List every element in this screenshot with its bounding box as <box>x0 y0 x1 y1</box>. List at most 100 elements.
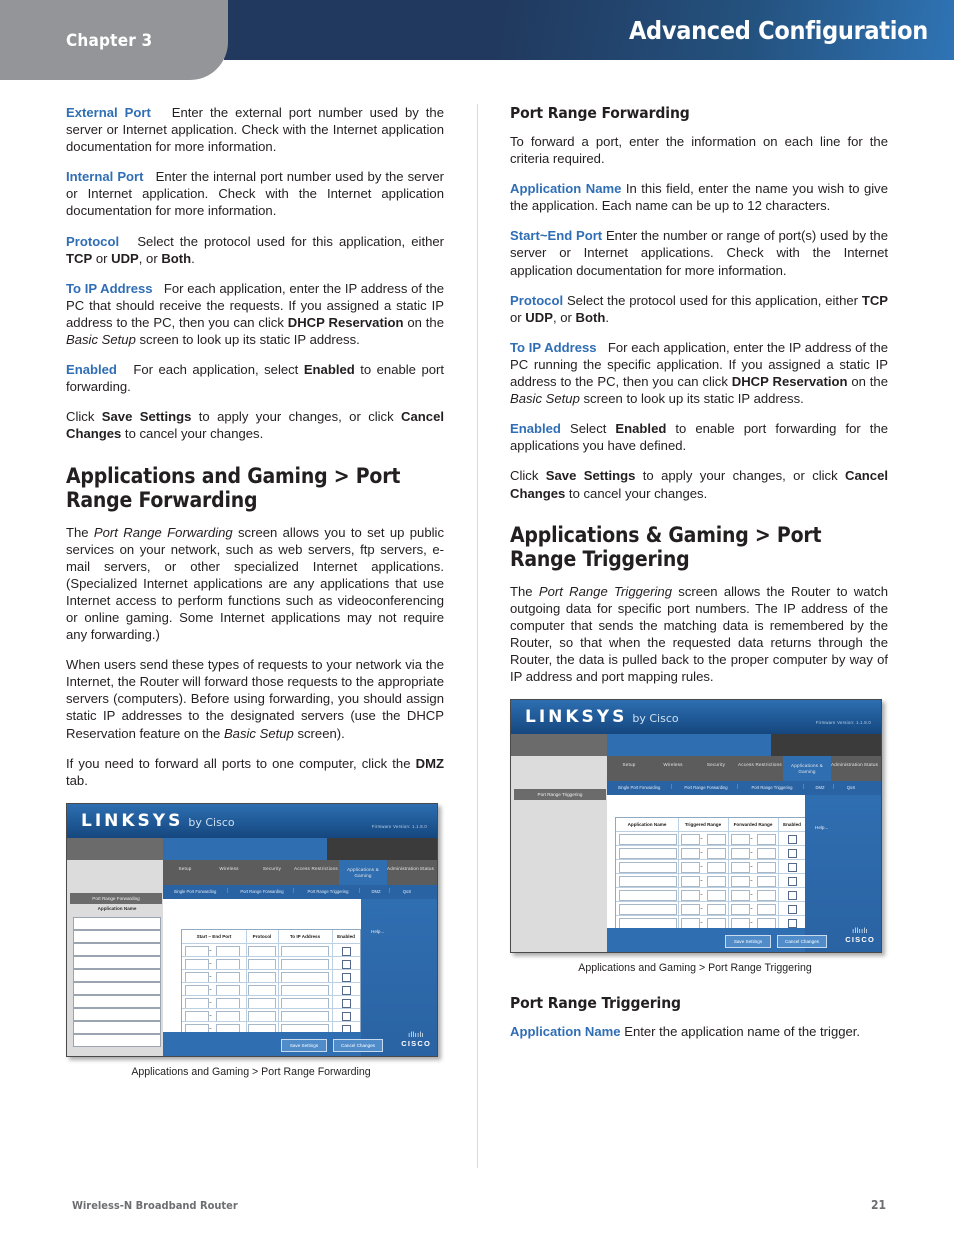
application-name-input[interactable] <box>73 916 161 930</box>
help-label[interactable]: Help... <box>815 825 828 830</box>
router-sub-tabs: Single Port Forwarding | Port Range Forw… <box>163 884 437 899</box>
table-row: ~ <box>182 942 360 957</box>
paragraph-prf-dmz: If you need to forward all ports to one … <box>66 755 444 789</box>
application-name-input[interactable] <box>73 929 161 943</box>
router-tab-status[interactable]: Status <box>861 762 881 768</box>
router-tab-access-restrictions[interactable]: Access Restrictions <box>293 866 339 872</box>
application-name-input[interactable] <box>619 904 677 916</box>
enabled-checkbox[interactable] <box>342 972 351 982</box>
cancel-changes-button[interactable]: Cancel Changes <box>333 1038 383 1052</box>
col-start-end-port: Start ~ End Port <box>196 933 232 939</box>
triggered-start-input[interactable] <box>681 876 700 888</box>
application-name-input[interactable] <box>73 1007 161 1021</box>
router-tab-setup[interactable]: Setup <box>163 866 207 872</box>
router-tab-security[interactable]: Security <box>251 866 293 872</box>
cisco-label: CISCO <box>845 935 875 945</box>
save-settings-button[interactable]: Save Settings <box>725 935 771 949</box>
router-subtab-port-range-forwarding[interactable]: Port Range Forwarding <box>677 785 735 790</box>
router-subtab-port-range-forwarding[interactable]: Port Range Forwarding <box>233 889 291 894</box>
triggered-start-input[interactable] <box>681 904 700 916</box>
application-name-input[interactable] <box>73 994 161 1008</box>
router-tab-wireless[interactable]: Wireless <box>207 866 251 872</box>
enabled-checkbox[interactable] <box>788 919 797 929</box>
tilde: ~ <box>700 878 703 884</box>
enabled-checkbox[interactable] <box>788 835 797 845</box>
tilde: ~ <box>750 850 753 856</box>
router-tab-wireless[interactable]: Wireless <box>651 762 695 768</box>
triggered-end-input[interactable] <box>707 862 726 874</box>
triggered-end-input[interactable] <box>707 834 726 846</box>
forwarded-start-input[interactable] <box>731 862 750 874</box>
router-tab-administration[interactable]: Administration <box>831 762 863 768</box>
router-subtab-qos[interactable]: QoS <box>839 785 863 790</box>
term-enabled: Enabled <box>510 421 561 437</box>
application-name-input[interactable] <box>73 955 161 969</box>
router-subtab-single-port-forwarding[interactable]: Single Port Forwarding <box>165 889 225 894</box>
enabled-checkbox[interactable] <box>342 998 351 1008</box>
router-subtab-port-range-triggering[interactable]: Port Range Triggering <box>743 785 801 790</box>
paragraph-text: Click Save Settings to apply your change… <box>66 409 444 442</box>
application-name-input[interactable] <box>619 834 677 846</box>
router-subtab-single-port-forwarding[interactable]: Single Port Forwarding <box>609 785 669 790</box>
table-row: ~ <box>182 955 360 970</box>
application-name-input[interactable] <box>73 1020 161 1034</box>
application-name-input[interactable] <box>619 848 677 860</box>
cancel-changes-button[interactable]: Cancel Changes <box>777 935 827 949</box>
paragraph-protocol: Protocol Select the protocol used for th… <box>66 233 444 267</box>
figure-caption: Applications and Gaming > Port Range For… <box>131 1065 371 1078</box>
application-name-label: Application Name <box>97 905 137 911</box>
enabled-checkbox[interactable] <box>788 863 797 873</box>
enabled-checkbox[interactable] <box>342 985 351 995</box>
triggered-start-input[interactable] <box>681 862 700 874</box>
router-sub-tabs: Single Port Forwarding | Port Range Forw… <box>607 781 881 796</box>
router-brand-bar: LINKSYS by Cisco Firmware Version: 1.1.8.… <box>67 803 437 838</box>
triggered-end-input[interactable] <box>707 904 726 916</box>
enabled-checkbox[interactable] <box>788 849 797 859</box>
router-subtab-qos[interactable]: QoS <box>395 889 419 894</box>
application-name-input[interactable] <box>73 1033 161 1047</box>
router-subtab-dmz[interactable]: DMZ <box>365 889 387 894</box>
col-enabled: Enabled <box>337 933 355 939</box>
triggered-start-input[interactable] <box>681 890 700 902</box>
help-label[interactable]: Help... <box>371 929 384 934</box>
triggered-end-input[interactable] <box>707 848 726 860</box>
forwarded-end-input[interactable] <box>757 904 776 916</box>
forwarded-start-input[interactable] <box>731 904 750 916</box>
paragraph-prf-intro: The Port Range Forwarding screen allows … <box>66 524 444 644</box>
forwarded-start-input[interactable] <box>731 848 750 860</box>
router-tab-administration[interactable]: Administration <box>387 866 419 872</box>
enabled-checkbox[interactable] <box>788 891 797 901</box>
router-subtab-dmz[interactable]: DMZ <box>809 785 831 790</box>
application-name-input[interactable] <box>619 876 677 888</box>
enabled-checkbox[interactable] <box>788 877 797 887</box>
forwarded-end-input[interactable] <box>757 834 776 846</box>
enabled-checkbox[interactable] <box>342 946 351 956</box>
application-name-input[interactable] <box>73 981 161 995</box>
application-name-input[interactable] <box>619 862 677 874</box>
router-subtab-port-range-triggering[interactable]: Port Range Triggering <box>299 889 357 894</box>
save-settings-button[interactable]: Save Settings <box>281 1038 327 1052</box>
enabled-checkbox[interactable] <box>788 905 797 915</box>
forwarded-end-input[interactable] <box>757 848 776 860</box>
forwarded-start-input[interactable] <box>731 876 750 888</box>
enabled-checkbox[interactable] <box>342 959 351 969</box>
paragraph-text: Select the protocol used for this applic… <box>510 292 889 325</box>
router-tab-security[interactable]: Security <box>695 762 737 768</box>
forwarded-end-input[interactable] <box>757 862 776 874</box>
application-name-input[interactable] <box>619 890 677 902</box>
term-protocol: Protocol <box>510 292 564 308</box>
forwarded-end-input[interactable] <box>757 876 776 888</box>
forwarded-start-input[interactable] <box>731 890 750 902</box>
router-tab-access-restrictions[interactable]: Access Restrictions <box>737 762 783 768</box>
forwarded-start-input[interactable] <box>731 834 750 846</box>
router-tab-setup[interactable]: Setup <box>607 762 651 768</box>
triggered-start-input[interactable] <box>681 848 700 860</box>
router-tab-status[interactable]: Status <box>417 866 437 872</box>
application-name-input[interactable] <box>73 968 161 982</box>
enabled-checkbox[interactable] <box>342 1011 351 1021</box>
application-name-input[interactable] <box>73 942 161 956</box>
forwarded-end-input[interactable] <box>757 890 776 902</box>
triggered-end-input[interactable] <box>707 890 726 902</box>
triggered-start-input[interactable] <box>681 834 700 846</box>
triggered-end-input[interactable] <box>707 876 726 888</box>
